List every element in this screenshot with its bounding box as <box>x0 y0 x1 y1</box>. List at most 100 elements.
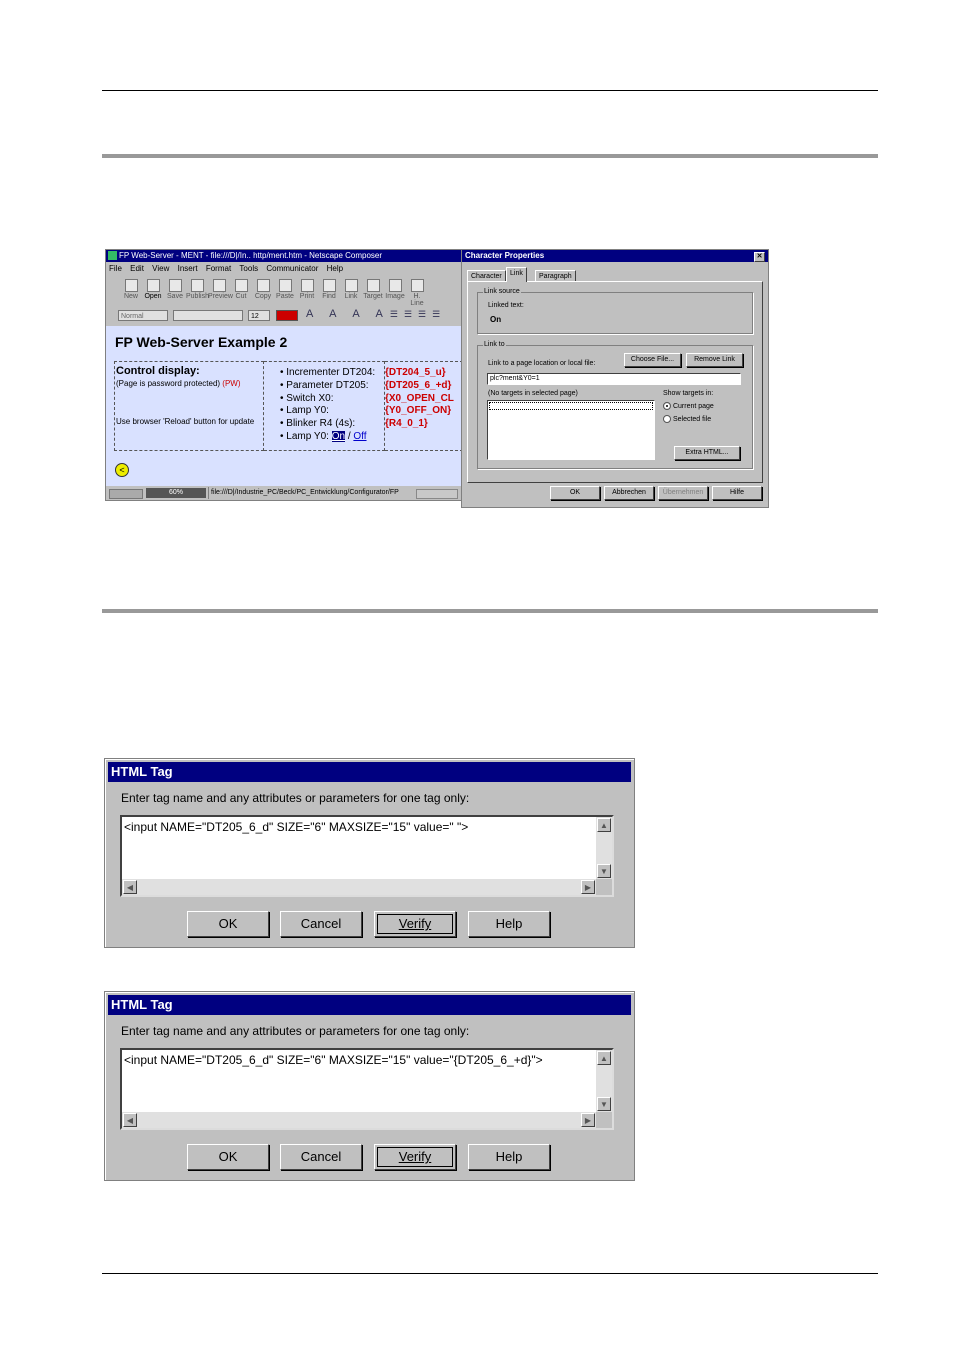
charprops-titlebar: Character Properties ✕ <box>462 250 768 262</box>
menu-insert[interactable]: Insert <box>178 264 198 273</box>
link-url-input[interactable]: plc?ment&Y0=1 <box>487 373 741 385</box>
toolbar-hline[interactable]: H. Line <box>406 277 428 307</box>
list-item: • Incrementer DT204: <box>280 367 376 378</box>
horizontal-scrollbar[interactable]: ◀ ▶ <box>122 1112 596 1128</box>
save-icon <box>168 279 182 292</box>
html-tag-textarea[interactable]: <input NAME="DT205_6_d" SIZE="6" MAXSIZE… <box>120 815 614 897</box>
linked-text-value: On <box>490 315 502 324</box>
font-size-select[interactable]: 12 <box>248 310 270 321</box>
list-item: • Lamp Y0: On / Off <box>280 430 367 442</box>
scrollbar-corner <box>596 1112 612 1128</box>
html-tag-titlebar: HTML Tag <box>108 995 631 1015</box>
format-buttons[interactable]: A A A A☰☰☰☰ <box>306 308 446 320</box>
footer-rule <box>102 1273 878 1274</box>
toolbar-open[interactable]: Open <box>142 277 164 305</box>
html-tag-textarea[interactable]: <input NAME="DT205_6_d" SIZE="6" MAXSIZE… <box>120 1048 614 1130</box>
help-button[interactable]: Help <box>468 1144 550 1170</box>
scroll-right-icon[interactable]: ▶ <box>581 1113 595 1127</box>
scroll-left-icon[interactable]: ◀ <box>123 1113 137 1127</box>
scroll-up-icon[interactable]: ▲ <box>597 818 611 832</box>
text-color-button[interactable] <box>276 310 298 321</box>
menu-view[interactable]: View <box>152 264 169 273</box>
toolbar-copy[interactable]: Copy <box>252 277 274 305</box>
table-cell-middle: • Incrementer DT204: • Parameter DT205: … <box>264 361 385 451</box>
cancel-button[interactable]: Cancel <box>280 911 362 937</box>
cancel-button[interactable]: Cancel <box>280 1144 362 1170</box>
help-button[interactable]: Hilfe <box>712 486 762 500</box>
toolbar-publish[interactable]: Publish <box>186 277 209 305</box>
font-select[interactable] <box>173 310 243 321</box>
vertical-scrollbar[interactable]: ▲ ▼ <box>596 1050 612 1112</box>
ok-button[interactable]: OK <box>187 1144 269 1170</box>
toolbar-preview[interactable]: Preview <box>208 277 233 305</box>
toolbar-save[interactable]: Save <box>164 277 186 305</box>
list-item: • Parameter DT205: <box>280 379 369 391</box>
toolbar-image[interactable]: Image <box>384 277 406 305</box>
value-item: {R4_0_1} <box>385 418 428 430</box>
lamp-on-link[interactable]: On <box>331 430 346 442</box>
target-icon <box>366 279 380 292</box>
apply-button[interactable]: Übernehmen <box>658 486 708 500</box>
password-note: (Page is password protected) (PW) <box>116 379 241 388</box>
value-item: {X0_OPEN_CL <box>385 392 454 404</box>
menu-tools[interactable]: Tools <box>239 264 258 273</box>
html-tag-text: <input NAME="DT205_6_d" SIZE="6" MAXSIZE… <box>124 1053 543 1067</box>
tab-character[interactable]: Character <box>467 270 506 281</box>
progress-indicator: 60% <box>146 488 206 498</box>
menu-communicator[interactable]: Communicator <box>266 264 318 273</box>
font-size-icons: A A A A <box>306 308 390 320</box>
script-marker-icon[interactable]: < <box>115 463 129 477</box>
radio-selected-file[interactable]: Selected file <box>663 415 711 423</box>
value-item: {Y0_OFF_ON} <box>385 405 452 417</box>
value-item: {DT205_6_+d} <box>385 379 452 391</box>
page-heading: FP Web-Server Example 2 <box>115 334 288 350</box>
new-icon <box>124 279 138 292</box>
component-bar-icon[interactable] <box>416 489 458 499</box>
link-to-label: Link to a page location or local file: <box>488 360 596 367</box>
item-list: • Incrementer DT204: • Parameter DT205: … <box>280 367 375 444</box>
choose-file-button[interactable]: Choose File... <box>624 353 681 367</box>
ok-button[interactable]: OK <box>550 486 600 500</box>
composer-statusbar: 60% file:///D|/Industrie_PC/Beck/PC_Entw… <box>106 487 463 499</box>
lamp-off-link[interactable]: Off <box>353 431 366 442</box>
tab-link[interactable]: Link <box>506 267 527 282</box>
ok-button[interactable]: OK <box>187 911 269 937</box>
toolbar-new[interactable]: New <box>120 277 142 305</box>
toolbar-cut[interactable]: Cut <box>230 277 252 305</box>
toolbar-paste[interactable]: Paste <box>274 277 296 305</box>
menu-edit[interactable]: Edit <box>130 264 144 273</box>
scroll-up-icon[interactable]: ▲ <box>597 1051 611 1065</box>
toolbar-find[interactable]: Find <box>318 277 340 305</box>
html-tag-prompt: Enter tag name and any attributes or par… <box>121 1024 470 1038</box>
tab-paragraph[interactable]: Paragraph <box>535 270 576 281</box>
composer-document[interactable]: FP Web-Server Example 2 Control display:… <box>106 326 463 486</box>
close-icon[interactable]: ✕ <box>754 252 765 262</box>
extra-html-button[interactable]: Extra HTML... <box>674 446 740 460</box>
radio-current-page[interactable]: Current page <box>663 402 714 410</box>
composer-menubar: File Edit View Insert Format Tools Commu… <box>106 263 463 275</box>
verify-button[interactable]: Verify <box>374 911 456 937</box>
menu-file[interactable]: File <box>109 264 122 273</box>
targets-list[interactable] <box>487 400 655 460</box>
toolbar-target[interactable]: Target <box>362 277 384 305</box>
menu-format[interactable]: Format <box>206 264 231 273</box>
scrollbar-corner <box>596 879 612 895</box>
security-icon <box>109 489 143 499</box>
composer-titlebar: FP Web-Server - MENT - file:///D|/In.. h… <box>106 250 463 262</box>
style-select[interactable]: Normal <box>118 310 168 321</box>
scroll-left-icon[interactable]: ◀ <box>123 880 137 894</box>
toolbar-print[interactable]: Print <box>296 277 318 305</box>
remove-link-button[interactable]: Remove Link <box>686 353 743 367</box>
radio-unchecked-icon <box>663 415 671 423</box>
cancel-button[interactable]: Abbrechen <box>604 486 654 500</box>
scroll-down-icon[interactable]: ▼ <box>597 1097 611 1111</box>
verify-button[interactable]: Verify <box>374 1144 456 1170</box>
help-button[interactable]: Help <box>468 911 550 937</box>
menu-help[interactable]: Help <box>327 264 343 273</box>
vertical-scrollbar[interactable]: ▲ ▼ <box>596 817 612 879</box>
horizontal-scrollbar[interactable]: ◀ ▶ <box>122 879 596 895</box>
scroll-right-icon[interactable]: ▶ <box>581 880 595 894</box>
preview-icon <box>212 279 226 292</box>
toolbar-link[interactable]: Link <box>340 277 362 305</box>
scroll-down-icon[interactable]: ▼ <box>597 864 611 878</box>
